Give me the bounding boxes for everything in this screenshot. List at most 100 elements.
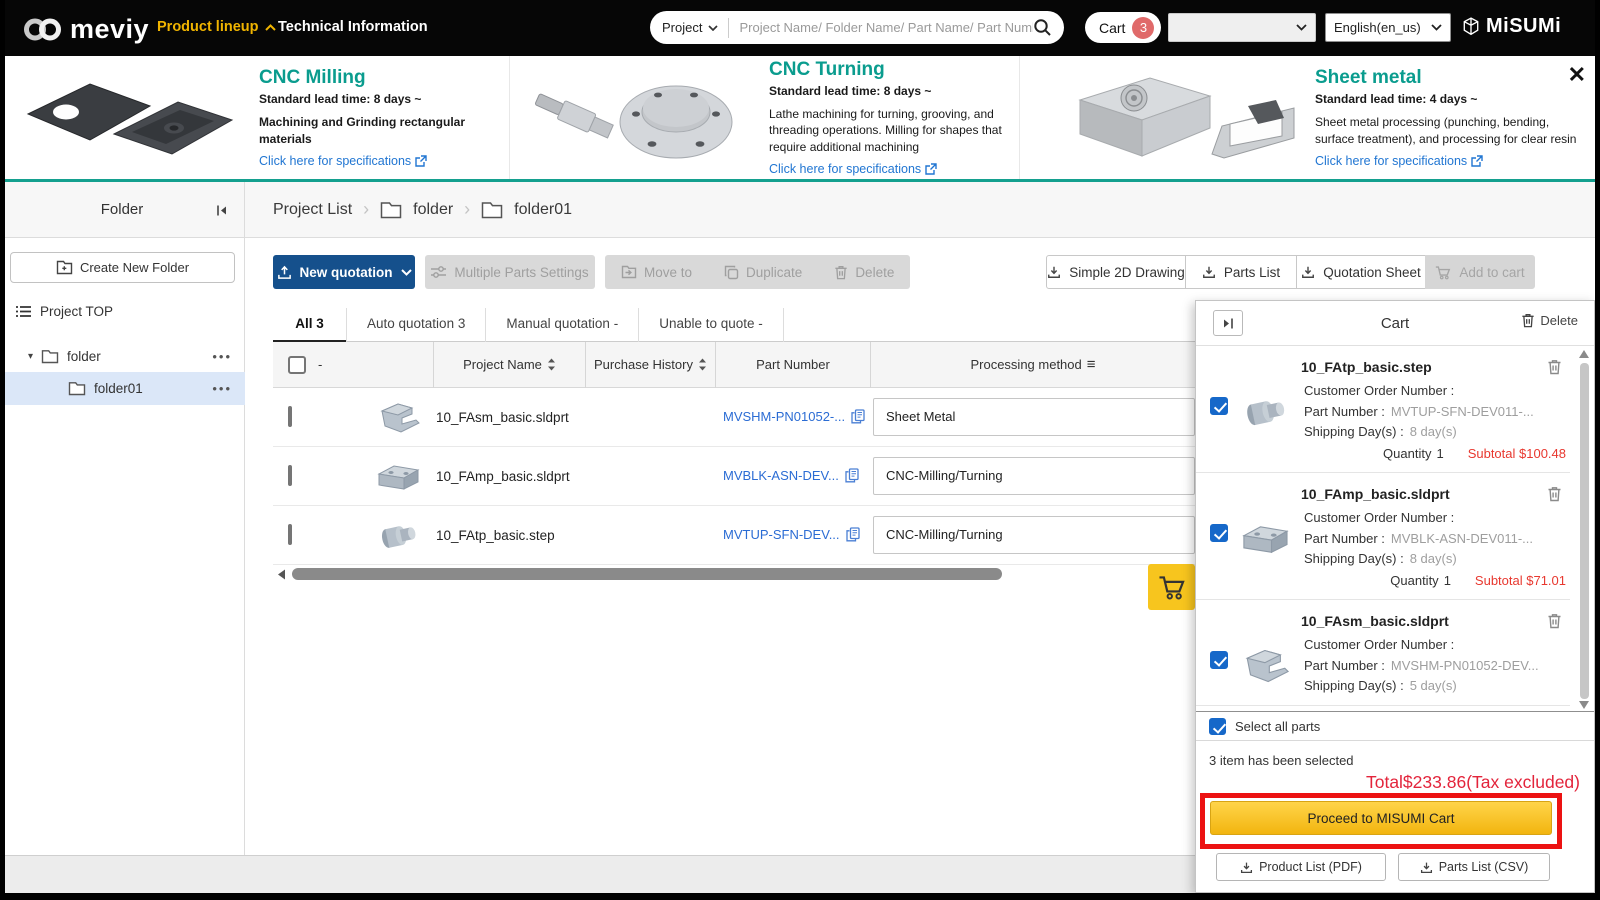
shipping-label: Shipping Day(s) : [1304, 424, 1404, 439]
nav-product-lineup[interactable]: Product lineup [157, 19, 276, 35]
meviy-logo[interactable]: meviy [22, 14, 149, 45]
sidebar-collapse-button[interactable] [215, 202, 228, 220]
copy-document-icon[interactable] [845, 527, 860, 542]
trash-icon [1522, 314, 1535, 328]
add-to-cart-button[interactable]: Add to cart [1425, 255, 1535, 289]
breadcrumb-folder[interactable]: folder [413, 201, 453, 219]
folder-icon [41, 349, 59, 363]
select-all-parts-checkbox[interactable] [1209, 717, 1226, 735]
cart-vertical-scrollbar[interactable] [1580, 363, 1589, 699]
download-icon [1241, 862, 1253, 873]
column-project-name[interactable]: Project Name [433, 341, 585, 388]
select-all-parts-label: Select all parts [1235, 718, 1321, 734]
cart-item: 10_FAsm_basic.sldprt Customer Order Numb… [1196, 600, 1570, 706]
create-new-folder-button[interactable]: Create New Folder [10, 252, 235, 283]
unit-dropdown[interactable] [1168, 13, 1316, 42]
breadcrumb-project-list[interactable]: Project List [273, 201, 352, 219]
frame-edge-right [1595, 0, 1600, 900]
cart-item-delete-button[interactable] [1547, 485, 1562, 503]
row-checkbox[interactable] [288, 524, 292, 545]
scroll-up-icon[interactable] [1579, 350, 1589, 358]
column-purchase-history[interactable]: Purchase History [585, 341, 715, 388]
product-list-pdf-label: Product List (PDF) [1259, 860, 1362, 874]
sidebar-item-folder01[interactable]: folder01 ••• [0, 372, 245, 405]
copy-document-icon[interactable] [851, 409, 865, 424]
breadcrumb-folder01[interactable]: folder01 [514, 201, 572, 219]
scroll-left-icon[interactable] [277, 569, 286, 580]
nav-technical-information[interactable]: Technical Information [278, 19, 428, 35]
filter-icon: ≡ [1086, 356, 1096, 373]
cnc-milling-image [26, 82, 234, 155]
tab-auto-quotation[interactable]: Auto quotation 3 [347, 308, 487, 342]
folder01-more-button[interactable]: ••• [212, 381, 232, 396]
specifications-link[interactable]: Click here for specifications [259, 154, 509, 168]
column-processing-method[interactable]: Processing method ≡ [870, 341, 1195, 388]
quantity-label: Quantity [1383, 445, 1432, 461]
cart-item: 10_FAtp_basic.step Customer Order Number… [1196, 346, 1570, 473]
sidebar-item-folder[interactable]: ▾ folder ••• [0, 340, 245, 372]
cart-toggle-button[interactable] [1148, 564, 1195, 610]
duplicate-button[interactable]: Duplicate [708, 255, 818, 289]
folder-icon [380, 201, 402, 218]
tab-count: 3 [316, 316, 324, 331]
multiple-parts-settings-label: Multiple Parts Settings [454, 264, 589, 280]
new-quotation-button[interactable]: New quotation [273, 255, 415, 289]
tab-manual-quotation[interactable]: Manual quotation - [486, 308, 640, 342]
processing-method-select[interactable]: CNC-Milling/Turning [873, 516, 1195, 554]
horizontal-scrollbar[interactable] [292, 568, 1002, 580]
cart-item-delete-button[interactable] [1547, 358, 1562, 376]
part-number-link[interactable]: MVTUP-SFN-DEV... [723, 527, 840, 542]
column-label: Part Number [756, 357, 830, 372]
caret-down-icon[interactable]: ▾ [28, 351, 33, 362]
quotation-sheet-label: Quotation Sheet [1323, 264, 1421, 280]
cart-item-name: 10_FAmp_basic.sldprt [1301, 486, 1450, 502]
parts-list-button[interactable]: Parts List [1185, 255, 1297, 289]
search-scope-dropdown[interactable]: Project [662, 20, 719, 35]
language-value: English(en_us) [1334, 20, 1421, 35]
cart-item-delete-button[interactable] [1547, 612, 1562, 630]
row-checkbox[interactable] [288, 406, 292, 427]
part-number-link[interactable]: MVSHM-PN01052-... [723, 409, 845, 424]
processing-method-select[interactable]: CNC-Milling/Turning [873, 457, 1195, 495]
tab-unable-to-quote[interactable]: Unable to quote - [639, 308, 784, 342]
sort-icon [547, 358, 555, 371]
specifications-link[interactable]: Click here for specifications [769, 162, 1019, 176]
simple-2d-drawing-button[interactable]: Simple 2D Drawing [1046, 255, 1186, 289]
cart-item-shipping: 8 day(s) [1409, 551, 1457, 566]
delete-button[interactable]: Delete [818, 255, 910, 289]
cart-item-name: 10_FAtp_basic.step [1301, 359, 1432, 375]
proceed-to-misumi-cart-button[interactable]: Proceed to MISUMI Cart [1210, 801, 1552, 835]
folder-more-button[interactable]: ••• [212, 349, 232, 364]
cart-item-checkbox[interactable] [1210, 524, 1228, 542]
tab-count: 3 [457, 316, 466, 331]
search-input[interactable] [739, 20, 1033, 35]
move-to-button[interactable]: Move to [605, 255, 708, 289]
cart-delete-button[interactable]: Delete [1521, 313, 1578, 328]
scroll-down-icon[interactable] [1579, 701, 1589, 709]
copy-document-icon[interactable] [845, 468, 859, 483]
product-list-pdf-button[interactable]: Product List (PDF) [1216, 853, 1386, 881]
cart-collapse-button[interactable] [1213, 310, 1243, 336]
specifications-link[interactable]: Click here for specifications [1315, 154, 1580, 168]
meviy-app: meviy Product lineup Technical Informati… [0, 0, 1600, 900]
quotation-sheet-button[interactable]: Quotation Sheet [1296, 255, 1426, 289]
row-checkbox[interactable] [288, 465, 292, 486]
tab-all[interactable]: All 3 [273, 308, 347, 343]
parts-table-header: - Project Name Purchase History Part Num… [273, 341, 1195, 388]
cart-item-checkbox[interactable] [1210, 397, 1228, 415]
nav-cart-button[interactable]: Cart 3 [1085, 12, 1162, 43]
processing-method-select[interactable]: Sheet Metal [873, 398, 1195, 436]
select-all-checkbox[interactable] [288, 355, 306, 374]
upload-icon [277, 265, 291, 279]
misumi-logo: MiSUMi [1462, 15, 1561, 38]
banner-close-button[interactable]: ✕ [1568, 64, 1586, 86]
part-number-link[interactable]: MVBLK-ASN-DEV... [723, 468, 839, 483]
search-icon[interactable] [1033, 18, 1052, 37]
multiple-parts-settings-button[interactable]: Multiple Parts Settings [425, 255, 595, 289]
banner-lead-time: Standard lead time: 4 days ~ [1315, 92, 1478, 107]
sidebar-item-project-top[interactable]: Project TOP [16, 304, 113, 319]
download-icon [1420, 862, 1432, 873]
cart-item-checkbox[interactable] [1210, 651, 1228, 669]
language-dropdown[interactable]: English(en_us) [1325, 13, 1451, 42]
parts-list-csv-button[interactable]: Parts List (CSV) [1398, 853, 1550, 881]
